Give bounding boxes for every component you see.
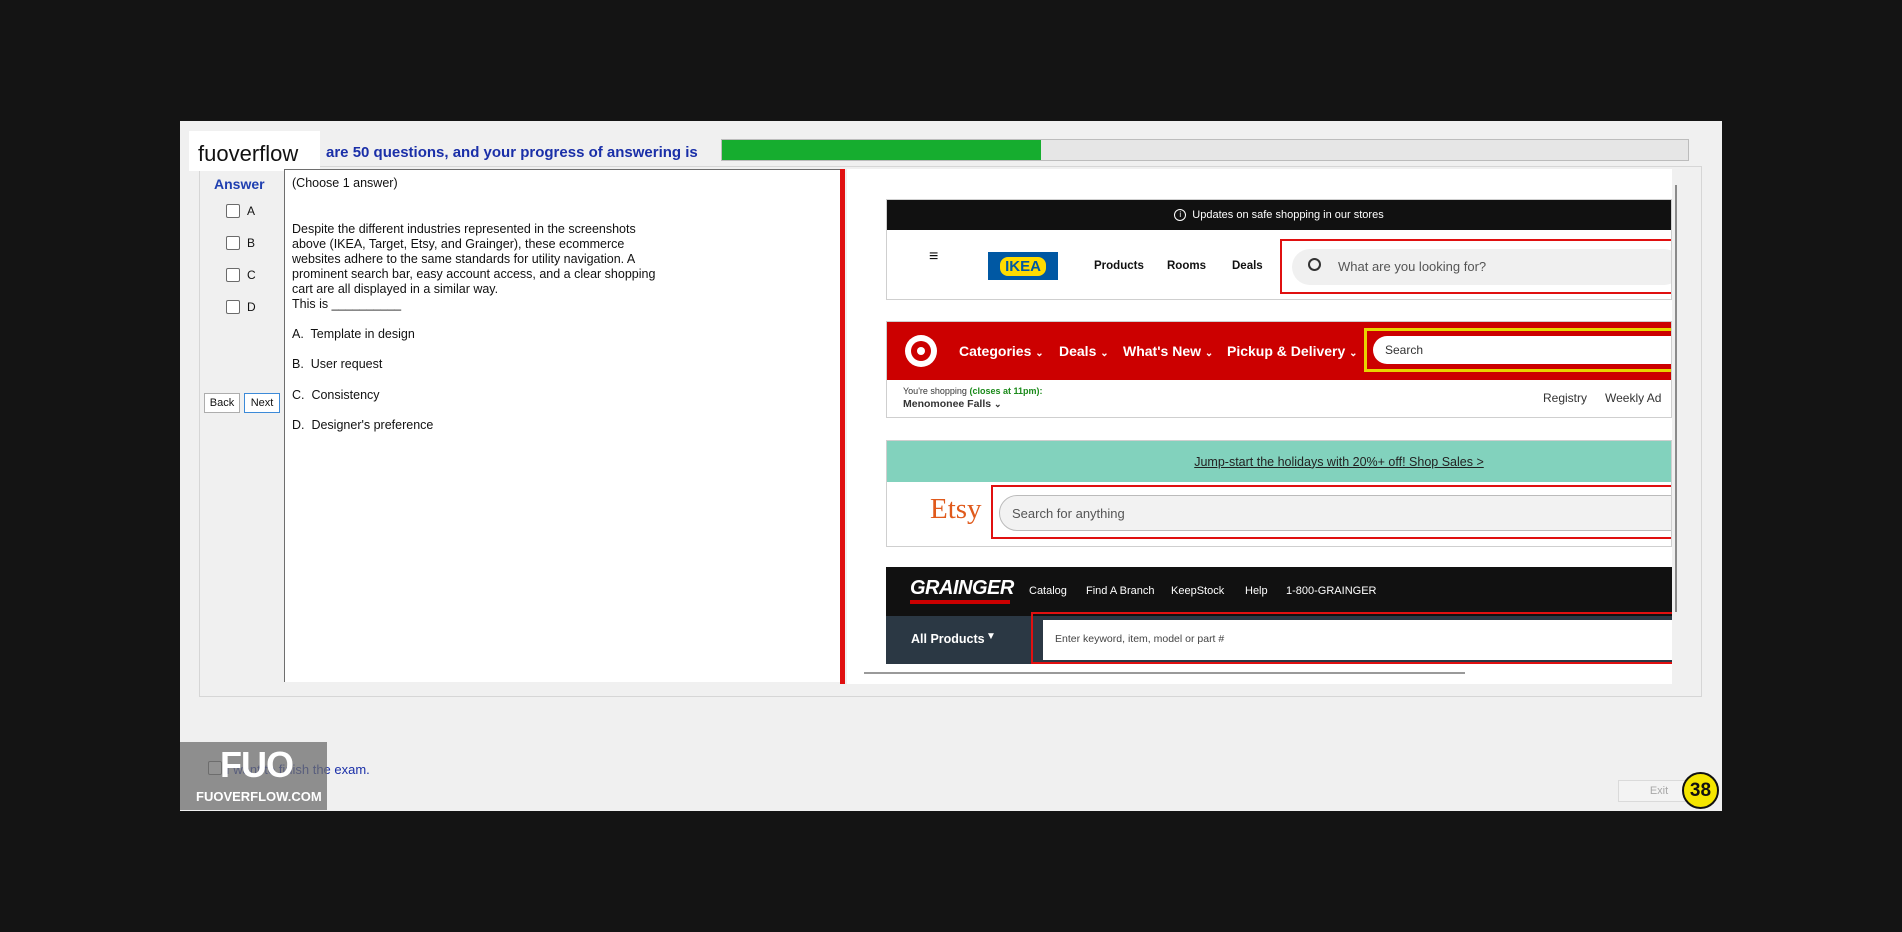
panel-divider (840, 169, 845, 684)
ikea-logo-text: IKEA (1000, 256, 1046, 276)
brand-text: fuoverflow (198, 141, 299, 166)
choice-d-text: Designer's preference (311, 418, 434, 432)
horizontal-scrollbar[interactable] (864, 672, 1465, 674)
grainger-search-highlight: Enter keyword, item, model or part # (1031, 612, 1672, 664)
grainger-logo-bar (910, 600, 1010, 604)
choice-c-text: Consistency (311, 388, 380, 402)
etsy-search: Search for anything (999, 495, 1671, 531)
grainger-header: GRAINGER Catalog Find A Branch KeepStock… (886, 567, 1672, 664)
choice-b-letter: B. (292, 357, 304, 371)
choice-a-text: Template in design (310, 327, 415, 341)
etsy-search-placeholder: Search for anything (1012, 506, 1125, 521)
target-registry: Registry (1543, 391, 1588, 405)
target-nav-deals: Deals ⌄ (1059, 343, 1109, 359)
etsy-banner: Jump-start the holidays with 20%+ off! S… (887, 441, 1671, 482)
etsy-logo: Etsy (930, 493, 982, 525)
fuoverflow-watermark: FUO FUOVERFLOW.COM (180, 742, 327, 810)
question-line-6: This is __________ (292, 297, 402, 311)
question-line-2: above (IKEA, Target, Etsy, and Grainger)… (292, 237, 625, 251)
vertical-scrollbar[interactable] (1675, 185, 1677, 612)
choice-b-text: User request (310, 357, 383, 371)
choice-a-letter: A. (292, 327, 304, 341)
progress-bar-fill (722, 140, 1041, 160)
option-b[interactable]: B (226, 234, 255, 252)
ikea-logo: IKEA (988, 252, 1058, 280)
ikea-header: i Updates on safe shopping in our stores … (886, 199, 1672, 300)
option-c-checkbox[interactable] (226, 268, 240, 282)
question-line-4: prominent search bar, easy account acces… (292, 267, 656, 281)
target-nav-categories: Categories ⌄ (959, 343, 1044, 359)
etsy-header: Jump-start the holidays with 20%+ off! S… (886, 440, 1672, 547)
progress-text: are 50 questions, and your progress of a… (326, 144, 698, 161)
option-c-label: C (247, 268, 256, 282)
grainger-nav-help: Help (1245, 585, 1268, 597)
grainger-logo: GRAINGER (910, 577, 1014, 599)
grainger-search-placeholder: Enter keyword, item, model or part # (1055, 633, 1225, 645)
choice-d: D. Designer's preference (292, 418, 433, 433)
target-logo (905, 335, 937, 367)
question-line-5: cart are all displayed in a similar way. (292, 282, 499, 296)
target-nav-whats-new: What's New ⌄ (1123, 343, 1214, 359)
grainger-all-products: All Products ▼ (886, 616, 1031, 664)
choice-b: B. User request (292, 357, 382, 372)
grainger-nav-keepstock: KeepStock (1171, 585, 1225, 597)
question-line-1: Despite the different industries represe… (292, 222, 636, 236)
question-image: i Updates on safe shopping in our stores … (847, 169, 1672, 684)
caret-down-icon: ▼ (986, 631, 996, 642)
grainger-nav-find-branch: Find A Branch (1086, 585, 1155, 597)
grainger-nav-catalog: Catalog (1029, 585, 1067, 597)
option-c[interactable]: C (226, 266, 256, 284)
grainger-nav-phone: 1-800-GRAINGER (1286, 585, 1377, 597)
option-b-label: B (247, 236, 256, 250)
ikea-nav-rooms: Rooms (1167, 260, 1206, 272)
option-a-checkbox[interactable] (226, 204, 240, 218)
target-search-highlight: Search (1364, 328, 1671, 372)
answer-label: Answer (214, 176, 265, 192)
page-number-badge: 38 (1682, 772, 1719, 809)
etsy-search-highlight: Search for anything (991, 485, 1671, 539)
target-search-placeholder: Search (1385, 343, 1424, 357)
ikea-nav-products: Products (1094, 260, 1144, 272)
ikea-banner: i Updates on safe shopping in our stores (887, 200, 1671, 230)
brand-logo: fuoverflow (189, 131, 320, 171)
next-button[interactable]: Next (244, 393, 280, 413)
info-icon: i (1174, 209, 1187, 221)
choice-c-letter: C. (292, 388, 305, 402)
target-weekly-ad: Weekly Ad (1605, 391, 1662, 405)
choice-a: A. Template in design (292, 327, 415, 342)
target-search: Search (1373, 336, 1671, 364)
ikea-search-placeholder: What are you looking for? (1338, 259, 1487, 274)
ikea-search: What are you looking for? (1292, 249, 1671, 285)
ikea-search-highlight: What are you looking for? (1280, 239, 1671, 294)
target-store-name: Menomonee Falls ⌄ (903, 398, 1002, 410)
option-d[interactable]: D (226, 298, 256, 316)
back-button[interactable]: Back (204, 393, 240, 413)
option-b-checkbox[interactable] (226, 236, 240, 250)
ikea-nav-deals: Deals (1232, 260, 1263, 272)
option-a[interactable]: A (226, 202, 255, 220)
choice-d-letter: D. (292, 418, 305, 432)
question-instruction: (Choose 1 answer) (292, 176, 398, 190)
search-icon (1308, 258, 1321, 271)
ikea-banner-text: Updates on safe shopping in our stores (1192, 209, 1384, 221)
option-a-label: A (247, 204, 256, 218)
hamburger-icon: ≡ (929, 248, 939, 265)
target-header: Categories ⌄ Deals ⌄ What's New ⌄ Pickup… (886, 321, 1672, 418)
option-d-label: D (247, 300, 256, 314)
watermark-bottom: FUOVERFLOW.COM (196, 789, 322, 804)
choice-c: C. Consistency (292, 388, 380, 403)
etsy-banner-link: Jump-start the holidays with 20%+ off! S… (1194, 454, 1484, 469)
target-store-label: You're shopping (closes at 11pm): (903, 386, 1043, 396)
watermark-top: FUO (220, 744, 294, 785)
grainger-search: Enter keyword, item, model or part # (1043, 620, 1672, 660)
target-nav-pickup: Pickup & Delivery ⌄ (1227, 343, 1358, 359)
option-d-checkbox[interactable] (226, 300, 240, 314)
question-panel: (Choose 1 answer) Despite the different … (284, 169, 842, 682)
progress-bar (721, 139, 1689, 161)
question-line-3: websites adhere to the same standards fo… (292, 252, 636, 266)
